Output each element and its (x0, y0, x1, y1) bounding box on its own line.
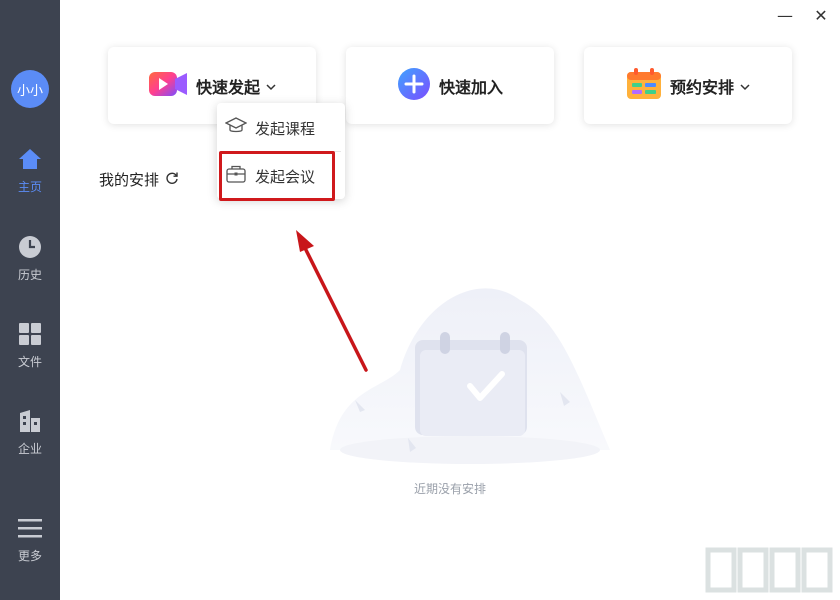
grid-icon (17, 321, 43, 347)
plus-circle-icon (397, 67, 431, 105)
sidebar: 小小 主页 历史 文件 企业 更多 (0, 0, 60, 600)
sidebar-item-enterprise[interactable]: 企业 (0, 408, 60, 468)
sidebar-item-home[interactable]: 主页 (0, 146, 60, 206)
menu-item-start-course[interactable]: 发起课程 (217, 105, 345, 151)
close-button[interactable]: ✕ (810, 4, 832, 26)
sidebar-item-more[interactable]: 更多 (0, 515, 60, 575)
chevron-down-icon (740, 76, 750, 95)
sidebar-item-files[interactable]: 文件 (0, 321, 60, 381)
sidebar-item-history[interactable]: 历史 (0, 234, 60, 294)
calendar-icon (626, 67, 662, 104)
card-label: 预约安排 (669, 77, 734, 97)
schedule-card[interactable]: 预约安排 (584, 47, 792, 124)
section-title-text: 我的安排 (99, 171, 160, 189)
my-schedule-title: 我的安排 (99, 169, 179, 190)
quick-join-card[interactable]: 快速加入 (346, 47, 554, 124)
menu-item-start-meeting[interactable]: 发起会议 (217, 153, 345, 199)
menu-item-label: 发起课程 (255, 119, 316, 138)
chevron-down-icon (266, 76, 276, 95)
card-label: 快速发起 (195, 77, 260, 97)
minimize-button[interactable]: — (774, 4, 796, 26)
menu-divider (221, 151, 341, 152)
empty-calendar-illustration (330, 288, 610, 464)
empty-state-text: 近期没有安排 (413, 482, 486, 496)
card-label: 快速加入 (438, 77, 503, 97)
menu-icon (17, 515, 43, 541)
sidebar-item-label: 更多 (17, 549, 42, 563)
building-icon (17, 408, 43, 434)
briefcase-icon (225, 165, 247, 187)
video-play-icon (148, 69, 188, 103)
clock-icon (17, 234, 43, 260)
graduation-cap-icon (224, 117, 248, 139)
quick-start-dropdown: 发起课程 发起会议 (217, 103, 345, 199)
sidebar-item-label: 历史 (17, 268, 42, 282)
refresh-icon[interactable] (165, 171, 179, 189)
avatar[interactable]: 小小 (11, 70, 49, 108)
menu-item-label: 发起会议 (255, 167, 316, 186)
sidebar-item-label: 文件 (17, 355, 42, 369)
sidebar-item-label: 企业 (17, 442, 42, 456)
site-watermark-logo (705, 547, 833, 593)
home-icon (17, 146, 43, 172)
sidebar-item-label: 主页 (17, 180, 42, 194)
